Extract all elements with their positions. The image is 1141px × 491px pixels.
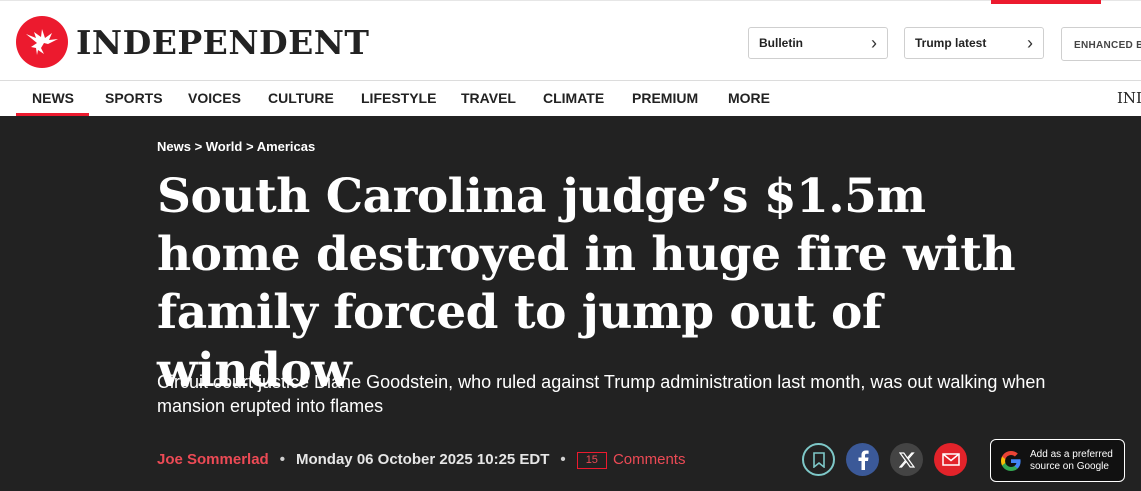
nav-item-lifestyle[interactable]: LIFESTYLE — [361, 90, 436, 106]
bulletin-label: Bulletin — [759, 36, 803, 50]
facebook-share-button[interactable] — [846, 443, 879, 476]
google-preferred-source-button[interactable]: Add as a preferred source on Google — [990, 439, 1125, 482]
enhanced-by-badge[interactable]: ENHANCED BY — [1061, 27, 1141, 61]
x-share-button[interactable] — [890, 443, 923, 476]
nav-item-travel[interactable]: TRAVEL — [461, 90, 516, 106]
bookmark-button[interactable] — [802, 443, 835, 476]
main-nav: NEWS SPORTS VOICES CULTURE LIFESTYLE TRA… — [0, 80, 1141, 116]
nav-item-more[interactable]: MORE — [728, 90, 770, 106]
email-share-button[interactable] — [934, 443, 967, 476]
nav-right-logo[interactable]: IND — [1117, 89, 1141, 107]
nav-item-sports[interactable]: SPORTS — [105, 90, 163, 106]
breadcrumb[interactable]: News > World > Americas — [157, 139, 315, 154]
site-header: INDEPENDENT Bulletin › Trump latest › EN… — [0, 4, 1141, 80]
facebook-icon — [858, 450, 869, 470]
byline-separator: • — [279, 451, 285, 468]
google-label-line1: Add as a preferred — [1030, 448, 1113, 460]
google-label-line2: source on Google — [1030, 460, 1109, 472]
nav-item-climate[interactable]: CLIMATE — [543, 90, 604, 106]
article-headline: South Carolina judge’s $1.5m home destro… — [157, 169, 1016, 398]
nav-item-voices[interactable]: VOICES — [188, 90, 241, 106]
comment-count-badge[interactable]: 15 — [576, 452, 607, 469]
bookmark-icon — [812, 451, 825, 468]
chevron-right-icon: › — [1027, 32, 1033, 53]
nav-item-culture[interactable]: CULTURE — [268, 90, 334, 106]
site-logo[interactable]: INDEPENDENT — [16, 16, 370, 68]
email-icon — [941, 453, 960, 466]
bulletin-button[interactable]: Bulletin › — [748, 27, 888, 59]
google-preferred-label: Add as a preferred source on Google — [1030, 449, 1113, 473]
chevron-right-icon: › — [871, 32, 877, 53]
x-icon — [898, 451, 915, 468]
byline: Joe Sommerlad • Monday 06 October 2025 1… — [157, 451, 686, 469]
comments-link[interactable]: Comments — [613, 451, 686, 468]
article-standfirst: Circuit court justice Diane Goodstein, w… — [157, 372, 1046, 416]
logo-wordmark: INDEPENDENT — [76, 22, 370, 62]
publish-date: Monday 06 October 2025 10:25 EDT — [295, 451, 550, 468]
trump-latest-label: Trump latest — [915, 36, 987, 50]
google-icon — [1001, 450, 1021, 471]
article-header: News > World > Americas South Carolina j… — [0, 116, 1141, 491]
byline-separator: • — [560, 451, 566, 468]
eagle-logo-icon — [16, 16, 68, 68]
nav-item-premium[interactable]: PREMIUM — [632, 90, 698, 106]
author-link[interactable]: Joe Sommerlad — [157, 451, 269, 468]
trump-latest-button[interactable]: Trump latest › — [904, 27, 1044, 59]
nav-item-news[interactable]: NEWS — [32, 90, 74, 106]
